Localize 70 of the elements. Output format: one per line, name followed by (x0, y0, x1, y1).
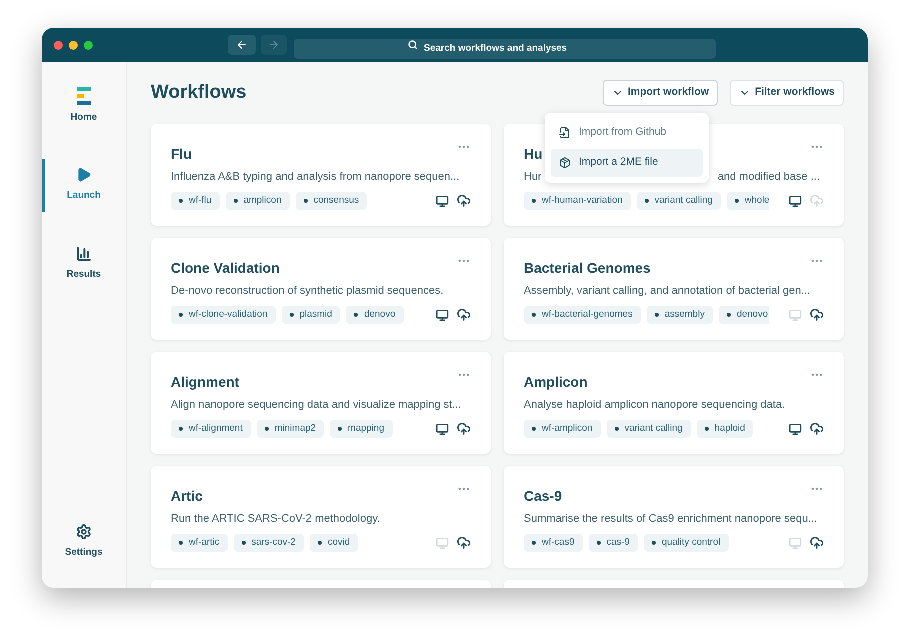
card-title: Hu (524, 145, 543, 164)
search-field[interactable]: Search workflows and analyses (294, 38, 716, 58)
card-title: Clone Validation (171, 259, 280, 278)
card-description: Align nanopore sequencing data and visualize mapping st... (171, 398, 462, 413)
tag: minimap2 (256, 420, 324, 438)
workflow-card[interactable]: Flu Influenza A&B typing and analysis from nanopore sequen... wf-flu amplicon consensus (151, 124, 491, 226)
tag: whole (726, 192, 769, 210)
card-description: Analyse haploid amplicon nanopore sequencing data. (524, 398, 786, 413)
dropdown-button[interactable]: Filter workflows (730, 80, 844, 106)
tag: covid (310, 534, 358, 552)
tag: variant calling (606, 420, 691, 438)
workflow-card[interactable]: Bacterial Genomes Assembly, variant calling, and annotation of bacterial gen... wf-bacterial-genomes assembly denovo (504, 238, 844, 340)
back-button[interactable] (228, 35, 256, 55)
search-icon (408, 40, 418, 50)
card-description: Influenza A&B typing and analysis from nanopore sequen... (171, 170, 460, 185)
workflow-card[interactable]: Artic Run the ARTIC SARS-CoV-2 methodology. wf-artic sars-cov-2 covid (151, 466, 491, 568)
workflow-card[interactable]: Cas-9 Summarise the results of Cas9 enrichment nanopore sequ... wf-cas9 cas-9 quality control (504, 466, 844, 568)
card-description: De-novo reconstruction of synthetic plasmid sequences. (171, 284, 444, 299)
tag: wf-flu (171, 192, 220, 210)
dropdown-button[interactable]: Import workflow (602, 80, 718, 106)
tag: wf-clone-validation (171, 306, 276, 324)
tag: wf-cas9 (524, 534, 583, 552)
file-import-icon (558, 127, 571, 139)
play-icon (76, 167, 92, 184)
tag: quality control (644, 534, 729, 552)
tag: wf-human-variation (524, 192, 631, 210)
close-window-icon[interactable] (54, 40, 63, 50)
tag: denovo (346, 306, 404, 324)
workflow-card[interactable]: Clone Validation De-novo reconstruction of synthetic plasmid sequences. wf-clone-validation plasmid denovo (151, 238, 491, 340)
card-title: Alignment (171, 373, 240, 392)
tag: haploid (696, 420, 754, 438)
sidebar-item[interactable]: Launch (42, 159, 126, 212)
menu-item[interactable]: Import a 2ME file (550, 149, 703, 177)
tag: assembly (646, 306, 713, 324)
tag: wf-artic (171, 534, 228, 552)
tag: variant calling (636, 192, 721, 210)
tag: plasmid (282, 306, 340, 324)
card-description: and modified base ... (718, 170, 820, 185)
card-title: Amplicon (524, 373, 588, 392)
tag: denovo (718, 306, 769, 324)
logo-icon (77, 87, 91, 105)
sidebar-item[interactable]: Results (42, 238, 126, 290)
tag: amplicon (226, 192, 290, 210)
card-title: Cas-9 (524, 487, 562, 506)
card-title: Flu (171, 145, 192, 164)
page-title: Workflows (151, 80, 247, 105)
workflow-card[interactable]: Alignment Align nanopore sequencing data and visualize mapping st... wf-alignment minimap2 mapping (151, 352, 491, 454)
sidebar-item[interactable]: Settings (42, 516, 126, 568)
workflow-card[interactable]: Amplicon Analyse haploid amplicon nanopore sequencing data. wf-amplicon variant calling haploid (504, 352, 844, 454)
tag: cas-9 (588, 534, 638, 552)
arrow-left-icon (236, 39, 248, 51)
card-title: Artic (171, 487, 203, 506)
card-title: Bacterial Genomes (524, 259, 651, 278)
tag: consensus (296, 192, 368, 210)
settings-icon (76, 524, 92, 540)
tag: sars-cov-2 (234, 534, 304, 552)
sidebar-item[interactable]: Home (42, 79, 126, 134)
tag: wf-alignment (171, 420, 251, 438)
card-description: Summarise the results of Cas9 enrichment nanopore sequ... (524, 512, 818, 527)
minimize-window-icon[interactable] (69, 40, 78, 50)
card-description: Run the ARTIC SARS-CoV-2 methodology. (171, 512, 380, 527)
card-description: Assembly, variant calling, and annotation of bacterial gen... (524, 284, 811, 299)
maximize-window-icon[interactable] (84, 40, 93, 50)
bar-chart-icon (76, 246, 92, 262)
tag: wf-bacterial-genomes (524, 306, 641, 324)
package-icon (558, 157, 571, 169)
card-description: Hur (524, 170, 542, 185)
tag: wf-amplicon (524, 420, 601, 438)
tag: mapping (330, 420, 392, 438)
arrow-right-icon (268, 39, 280, 51)
